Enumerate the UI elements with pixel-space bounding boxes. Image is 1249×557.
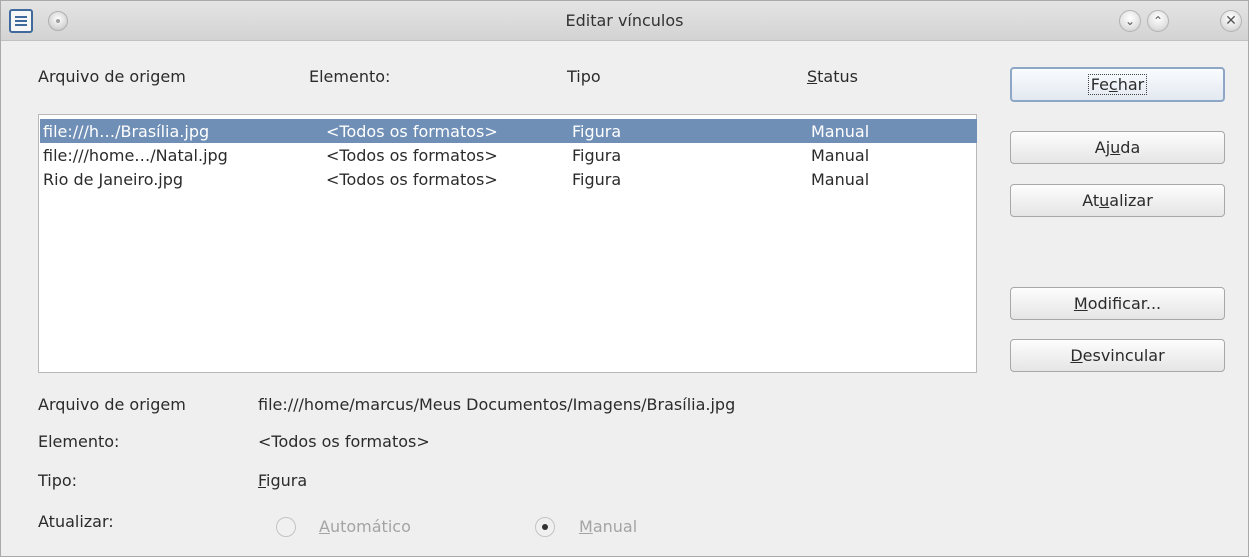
- manual-key: M: [579, 517, 593, 536]
- help-label-key: u: [1110, 138, 1121, 157]
- row-element: <Todos os formatos>: [326, 146, 498, 165]
- detail-update-label: Atualizar:: [38, 512, 114, 531]
- auto-key: A: [319, 517, 330, 536]
- row-type: Figura: [572, 170, 622, 189]
- row-status: Manual: [811, 170, 870, 189]
- column-header-source: Arquivo de origem: [38, 67, 186, 86]
- column-header-element: Elemento:: [309, 67, 391, 86]
- automatic-radio[interactable]: [276, 517, 296, 537]
- unlink-label-post: esvincular: [1082, 346, 1165, 365]
- link-row[interactable]: Rio de Janeiro.jpg <Todos os formatos> F…: [40, 167, 977, 191]
- type-value-rest: igura: [266, 471, 308, 490]
- detail-source-value: file:///home/marcus/Meus Documentos/Imag…: [258, 395, 736, 414]
- row-type: Figura: [572, 122, 622, 141]
- unlink-button[interactable]: Desvincular: [1010, 339, 1225, 372]
- row-source: Rio de Janeiro.jpg: [43, 170, 184, 189]
- detail-element-value: <Todos os formatos>: [258, 432, 430, 451]
- detail-type-value: Figura: [258, 471, 307, 490]
- row-source: file:///home…/Natal.jpg: [43, 146, 228, 165]
- update-label-key: u: [1099, 191, 1110, 210]
- close-button-focus: Fechar: [1087, 74, 1148, 95]
- type-value-key: F: [258, 471, 267, 490]
- window-title: Editar vínculos: [565, 11, 684, 30]
- minimize-button[interactable]: ⌄: [1119, 10, 1141, 32]
- edit-links-dialog: Editar vínculos ⌄ ⌃ ✕ Arquivo de origem …: [0, 0, 1249, 557]
- close-label-post: har: [1117, 75, 1145, 94]
- help-label-post: da: [1120, 138, 1141, 157]
- unlink-label-key: D: [1070, 346, 1083, 365]
- manual-radio[interactable]: [535, 517, 555, 537]
- update-button[interactable]: Atualizar: [1010, 184, 1225, 217]
- auto-rest: utomático: [329, 517, 411, 536]
- row-source: file:///h…/Brasília.jpg: [43, 122, 210, 141]
- modify-label-key: M: [1073, 294, 1088, 313]
- row-status: Manual: [811, 122, 870, 141]
- row-element: <Todos os formatos>: [326, 170, 498, 189]
- maximize-button[interactable]: ⌃: [1147, 10, 1169, 32]
- update-label-post: alizar: [1109, 191, 1153, 210]
- link-row[interactable]: file:///home…/Natal.jpg <Todos os format…: [40, 143, 977, 167]
- manual-radio-label: Manual: [579, 517, 637, 536]
- column-header-type: Tipo: [567, 67, 601, 86]
- close-label-key: c: [1108, 75, 1118, 94]
- row-type: Figura: [572, 146, 622, 165]
- help-label-pre: Aj: [1094, 138, 1111, 157]
- close-button[interactable]: Fechar: [1010, 67, 1225, 102]
- modify-label-post: odificar...: [1087, 294, 1162, 313]
- update-label-pre: At: [1082, 191, 1100, 210]
- row-element: <Todos os formatos>: [326, 122, 498, 141]
- detail-source-label: Arquivo de origem: [38, 395, 186, 414]
- manual-rest: anual: [592, 517, 638, 536]
- detail-type-label: Tipo:: [38, 471, 78, 490]
- status-mnemonic: S: [807, 67, 818, 86]
- detail-element-label: Elemento:: [38, 432, 120, 451]
- modify-button[interactable]: Modificar...: [1010, 287, 1225, 320]
- column-header-status: Status: [807, 67, 858, 86]
- links-list[interactable]: file:///h…/Brasília.jpg <Todos os format…: [38, 114, 977, 373]
- status-label-rest: tatus: [817, 67, 858, 86]
- close-window-button[interactable]: ✕: [1220, 10, 1242, 32]
- title-bar: Editar vínculos ⌄ ⌃ ✕: [1, 1, 1248, 41]
- help-button[interactable]: Ajuda: [1010, 131, 1225, 164]
- link-row[interactable]: file:///h…/Brasília.jpg <Todos os format…: [40, 119, 977, 143]
- row-status: Manual: [811, 146, 870, 165]
- close-label-pre: Fe: [1090, 75, 1109, 94]
- automatic-radio-label: Automático: [319, 517, 411, 536]
